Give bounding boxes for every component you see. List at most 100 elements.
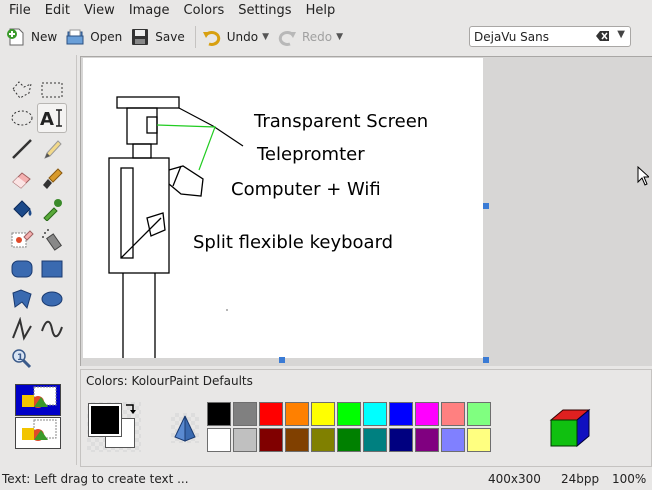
canvas-label-transparent-screen: Transparent Screen xyxy=(254,111,429,132)
palette-swatch[interactable] xyxy=(337,428,361,452)
open-button[interactable]: Open xyxy=(63,24,128,50)
zoom-tool-icon[interactable]: 1 xyxy=(7,344,37,374)
brush-tool-icon[interactable] xyxy=(37,164,67,194)
new-label: New xyxy=(31,30,58,44)
fg-bg-color-box[interactable] xyxy=(87,402,141,452)
palette-swatch[interactable] xyxy=(467,428,491,452)
save-label: Save xyxy=(155,30,185,44)
resize-handle-right[interactable] xyxy=(483,203,489,209)
menu-settings[interactable]: Settings xyxy=(231,0,298,22)
redo-icon xyxy=(278,30,296,46)
color-palette xyxy=(207,402,491,452)
free-form-selection-icon[interactable] xyxy=(7,75,37,105)
rectangular-selection-icon[interactable] xyxy=(37,75,67,105)
drawing-canvas[interactable]: Transparent Screen Telepromter Computer … xyxy=(83,58,483,358)
rectangle-tool-icon[interactable] xyxy=(37,254,67,284)
palette-swatch[interactable] xyxy=(415,428,439,452)
spraycan-tool-icon[interactable] xyxy=(37,224,67,254)
open-label: Open xyxy=(90,30,123,44)
color-cube-icon[interactable] xyxy=(549,408,591,450)
mouse-cursor-icon xyxy=(637,166,649,186)
canvas-label-split-keyboard: Split flexible keyboard xyxy=(193,232,394,253)
palette-swatch[interactable] xyxy=(285,402,309,426)
palette-swatch[interactable] xyxy=(441,402,465,426)
palette-swatch[interactable] xyxy=(311,428,335,452)
foreground-color-swatch[interactable] xyxy=(88,403,122,437)
new-document-icon xyxy=(7,28,24,46)
redo-dropdown-icon[interactable]: ▼ xyxy=(336,32,343,42)
open-folder-icon xyxy=(66,29,84,45)
save-disk-icon xyxy=(132,29,149,45)
color-picker-tool-icon[interactable] xyxy=(37,194,67,224)
palette-swatch[interactable] xyxy=(207,402,231,426)
colors-panel: Colors: KolourPaint Defaults xyxy=(80,369,652,467)
svg-text:A: A xyxy=(40,109,54,129)
save-button[interactable]: Save xyxy=(128,24,190,50)
font-family-combo[interactable]: DejaVu Sans ▼ xyxy=(469,26,631,47)
palette-swatch[interactable] xyxy=(259,402,283,426)
eraser-tool-icon[interactable] xyxy=(7,164,37,194)
palette-swatch[interactable] xyxy=(207,428,231,452)
elliptical-selection-icon[interactable] xyxy=(7,103,37,133)
palette-swatch[interactable] xyxy=(285,428,309,452)
palette-swatch[interactable] xyxy=(363,402,387,426)
toolbar-separator xyxy=(194,26,196,48)
color-eraser-tool-icon[interactable] xyxy=(7,224,37,254)
undo-icon xyxy=(202,30,220,46)
swap-colors-icon[interactable] xyxy=(123,402,139,418)
status-zoom-level: 100% xyxy=(612,472,647,486)
chevron-down-icon[interactable]: ▼ xyxy=(617,29,625,40)
pen-tool-icon[interactable] xyxy=(37,134,67,164)
palette-swatch[interactable] xyxy=(441,428,465,452)
menu-view[interactable]: View xyxy=(77,0,122,22)
palette-swatch[interactable] xyxy=(233,402,257,426)
clear-text-icon[interactable] xyxy=(596,30,610,42)
transparent-selection-option[interactable] xyxy=(15,417,61,449)
palette-swatch[interactable] xyxy=(389,428,413,452)
canvas-label-computer-wifi: Computer + Wifi xyxy=(231,179,381,200)
palette-swatch[interactable] xyxy=(467,402,491,426)
polyline-tool-icon[interactable] xyxy=(7,314,37,344)
new-button[interactable]: New xyxy=(4,24,63,50)
toolbox-divider xyxy=(76,55,77,465)
menu-image[interactable]: Image xyxy=(122,0,177,22)
line-tool-icon[interactable] xyxy=(7,134,37,164)
opaque-selection-option[interactable] xyxy=(15,384,61,416)
canvas-scroll-area[interactable]: Transparent Screen Telepromter Computer … xyxy=(80,56,652,366)
status-message: Text: Left drag to create text ... xyxy=(2,472,189,486)
undo-button[interactable]: Undo ▼ xyxy=(200,24,275,50)
curve-tool-icon[interactable] xyxy=(37,314,67,344)
colors-panel-label: Colors: KolourPaint Defaults xyxy=(86,374,253,388)
canvas-label-telepromter: Telepromter xyxy=(257,144,365,165)
menu-colors[interactable]: Colors xyxy=(177,0,232,22)
resize-handle-bottom[interactable] xyxy=(279,357,285,363)
menu-help[interactable]: Help xyxy=(299,0,343,22)
tool-box: A 1 xyxy=(0,75,76,465)
sketch-drawing xyxy=(108,96,244,358)
status-image-dimensions: 400x300 xyxy=(488,472,541,486)
menu-file[interactable]: File xyxy=(2,0,38,22)
palette-swatch[interactable] xyxy=(363,428,387,452)
resize-handle-corner[interactable] xyxy=(483,357,489,363)
palette-swatch[interactable] xyxy=(259,428,283,452)
color-similarity-button[interactable] xyxy=(171,413,199,443)
menu-edit[interactable]: Edit xyxy=(38,0,77,22)
redo-label: Redo xyxy=(302,30,333,44)
status-bar: Text: Left drag to create text ... 400x3… xyxy=(0,468,652,490)
palette-swatch[interactable] xyxy=(415,402,439,426)
svg-text:1: 1 xyxy=(17,353,23,363)
ellipse-tool-icon[interactable] xyxy=(37,284,67,314)
undo-label: Undo xyxy=(226,30,259,44)
undo-dropdown-icon[interactable]: ▼ xyxy=(262,32,269,42)
palette-swatch[interactable] xyxy=(233,428,257,452)
flood-fill-tool-icon[interactable] xyxy=(7,194,37,224)
font-family-value: DejaVu Sans xyxy=(474,29,549,44)
palette-swatch[interactable] xyxy=(389,402,413,426)
color-similarity-icon xyxy=(174,415,196,442)
palette-swatch[interactable] xyxy=(337,402,361,426)
redo-button[interactable]: Redo ▼ xyxy=(275,24,349,50)
rounded-rectangle-tool-icon[interactable] xyxy=(7,254,37,284)
palette-swatch[interactable] xyxy=(311,402,335,426)
text-tool-icon[interactable]: A xyxy=(37,103,67,133)
polygon-tool-icon[interactable] xyxy=(7,284,37,314)
